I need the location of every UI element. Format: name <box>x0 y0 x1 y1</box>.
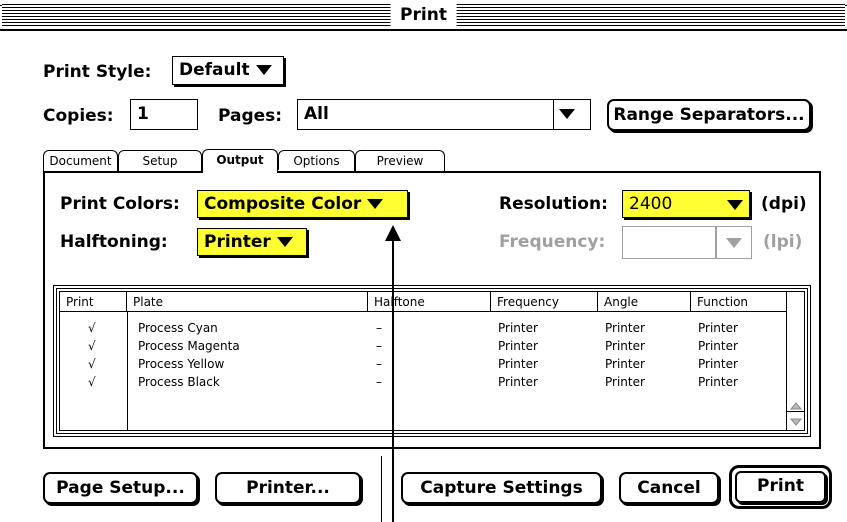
row-2-print-check[interactable]: √ <box>88 337 96 355</box>
row-3-frequency[interactable]: Printer <box>498 355 538 373</box>
tab-output[interactable]: Output <box>202 149 278 173</box>
tab-setup[interactable]: Setup <box>118 150 202 172</box>
print-style-value: Default <box>179 60 250 80</box>
row-2-plate: Process Magenta <box>138 339 240 353</box>
row-1-frequency[interactable]: Printer <box>498 319 538 337</box>
row-3-halftone[interactable]: – <box>376 355 382 373</box>
row-2-angle[interactable]: Printer <box>605 337 645 355</box>
button-separator <box>381 456 382 522</box>
frequency-unit: (lpi) <box>763 232 803 252</box>
halftoning-label: Halftoning: <box>60 232 168 252</box>
row-4-frequency[interactable]: Printer <box>498 373 538 391</box>
row-3-print-check[interactable]: √ <box>88 355 96 373</box>
plates-table-body: Print Plate Halftone Frequency Angle Fun… <box>59 291 805 431</box>
print-button-label: Print <box>735 471 826 503</box>
print-colors-value: Composite Color <box>204 194 362 214</box>
print-colors-label: Print Colors: <box>60 194 180 214</box>
resolution-unit: (dpi) <box>761 194 807 214</box>
column-header-function[interactable]: Function <box>691 292 791 312</box>
copies-label: Copies: <box>43 106 114 126</box>
row-2-halftone[interactable]: – <box>376 337 382 355</box>
chevron-down-icon <box>726 238 742 248</box>
pages-field[interactable]: All <box>297 99 591 130</box>
row-1-function[interactable]: Printer <box>698 319 738 337</box>
annotation-arrow-line <box>392 232 394 522</box>
print-colors-popup[interactable]: Composite Color <box>197 190 408 218</box>
column-header-frequency[interactable]: Frequency <box>491 292 598 312</box>
plates-table: Print Plate Halftone Frequency Angle Fun… <box>53 285 811 437</box>
resolution-label: Resolution: <box>499 194 608 214</box>
annotation-arrow-icon <box>385 225 401 241</box>
tab-preview[interactable]: Preview <box>355 150 445 172</box>
row-4-angle[interactable]: Printer <box>605 373 645 391</box>
pages-dropdown-button[interactable] <box>553 99 591 130</box>
title-bar[interactable]: Print <box>0 0 847 31</box>
tab-document[interactable]: Document <box>43 150 118 172</box>
row-1-print-check[interactable]: √ <box>88 319 96 337</box>
row-4-halftone[interactable]: – <box>376 373 382 391</box>
row-2-frequency[interactable]: Printer <box>498 337 538 355</box>
pages-label: Pages: <box>218 106 283 126</box>
chevron-down-icon <box>559 109 575 119</box>
column-header-angle[interactable]: Angle <box>598 292 691 312</box>
capture-settings-button[interactable]: Capture Settings <box>401 472 602 504</box>
row-3-plate: Process Yellow <box>138 357 225 371</box>
printer-button[interactable]: Printer... <box>215 472 361 504</box>
row-4-plate: Process Black <box>138 375 220 389</box>
halftoning-value: Printer <box>204 232 271 252</box>
print-style-popup[interactable]: Default <box>172 56 284 85</box>
halftoning-popup[interactable]: Printer <box>197 228 307 256</box>
row-2-function[interactable]: Printer <box>698 337 738 355</box>
pages-value: All <box>304 104 329 124</box>
chevron-down-icon <box>727 200 743 210</box>
chevron-down-icon <box>367 199 384 209</box>
range-separators-button[interactable]: Range Separators... <box>607 99 811 131</box>
window-title: Print <box>390 2 457 28</box>
column-divider <box>127 312 128 430</box>
chevron-down-icon <box>255 65 272 75</box>
resolution-popup[interactable]: 2400 <box>622 190 750 218</box>
scrollbar-divider <box>787 411 804 412</box>
column-header-print[interactable]: Print <box>60 292 127 312</box>
print-button[interactable]: Print <box>729 465 832 509</box>
column-header-plate[interactable]: Plate <box>127 292 368 312</box>
frequency-dropdown-button <box>716 226 752 259</box>
print-style-label: Print Style: <box>43 62 152 82</box>
frequency-label: Frequency: <box>499 232 606 252</box>
resolution-value: 2400 <box>629 194 673 214</box>
row-1-plate: Process Cyan <box>138 321 218 335</box>
table-scrollbar[interactable] <box>786 292 804 430</box>
column-header-halftone[interactable]: Halftone <box>368 292 491 312</box>
scroll-down-arrow-icon[interactable] <box>790 418 802 426</box>
row-3-function[interactable]: Printer <box>698 355 738 373</box>
tab-options[interactable]: Options <box>278 150 355 172</box>
row-1-halftone[interactable]: – <box>376 319 382 337</box>
row-4-print-check[interactable]: √ <box>88 373 96 391</box>
row-4-function[interactable]: Printer <box>698 373 738 391</box>
print-dialog: Print Print Style: Default Copies: 1 Pag… <box>0 0 847 522</box>
frequency-field <box>622 226 716 259</box>
page-setup-button[interactable]: Page Setup... <box>43 472 198 504</box>
copies-field[interactable]: 1 <box>130 99 198 130</box>
chevron-down-icon <box>276 237 293 247</box>
cancel-button[interactable]: Cancel <box>619 472 719 504</box>
scroll-up-arrow-icon[interactable] <box>790 402 802 410</box>
row-3-angle[interactable]: Printer <box>605 355 645 373</box>
row-1-angle[interactable]: Printer <box>605 319 645 337</box>
